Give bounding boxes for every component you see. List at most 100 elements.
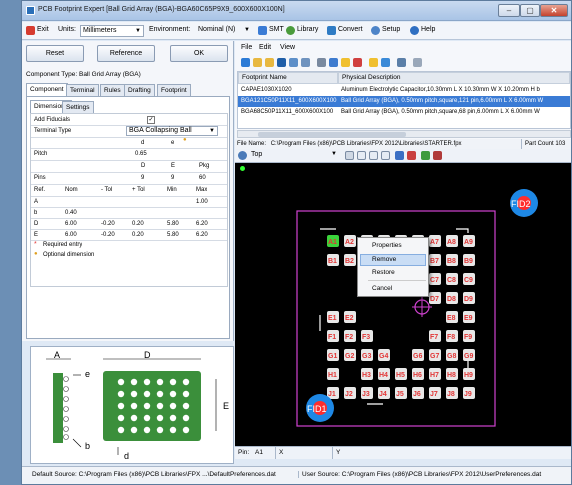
paste-icon[interactable] <box>301 58 310 67</box>
select-icon[interactable] <box>345 151 354 160</box>
dim-cell[interactable]: 5.80 <box>167 230 179 240</box>
scrollbar-thumb[interactable] <box>258 132 406 137</box>
pins-E-value[interactable]: 9 <box>171 173 174 183</box>
table-row[interactable]: BGA68C50P11X11_600X600X100 Ball Grid Arra… <box>238 107 570 118</box>
col-physical-description[interactable]: Physical Description <box>338 72 570 84</box>
table-row[interactable]: CAPAE1030X1020 Aluminum Electrolytic Capa… <box>238 85 570 96</box>
dim-cell[interactable]: 6.00 <box>65 219 77 229</box>
dim-cell[interactable]: -0.20 <box>101 230 115 240</box>
close-view-icon[interactable] <box>433 151 442 160</box>
delete-icon[interactable] <box>353 58 362 67</box>
context-properties[interactable]: Properties <box>372 242 402 249</box>
setup-menu[interactable]: Setup <box>382 26 400 33</box>
dim-cell[interactable]: 6.20 <box>196 219 208 229</box>
dim-cell[interactable]: 0.20 <box>132 230 144 240</box>
copy-icon[interactable] <box>289 58 298 67</box>
environment-value: Nominal (N) <box>198 26 236 33</box>
tab-footprint[interactable]: Footprint <box>157 84 191 96</box>
horizontal-scrollbar[interactable] <box>237 130 571 138</box>
edit-menu[interactable]: Edit <box>259 44 271 51</box>
chevron-down-icon: ▼ <box>135 28 141 34</box>
tab-rules[interactable]: Rules <box>100 84 125 96</box>
terminal-type-select[interactable]: BGA Collapsing Ball ▼ <box>126 126 218 136</box>
ball-marker <box>182 426 190 434</box>
units-select[interactable]: Millimeters ▼ <box>80 25 144 37</box>
dim-cell[interactable]: 0.20 <box>132 219 144 229</box>
dim-cell[interactable]: 5.80 <box>167 219 179 229</box>
header-ref: Ref. <box>34 187 46 193</box>
tab-drafting[interactable]: Drafting <box>124 84 155 96</box>
app-window: PCB Footprint Expert [Ball Grid Array (B… <box>21 0 572 485</box>
environment-label: Environment: <box>149 26 191 33</box>
folder-icon[interactable] <box>265 58 274 67</box>
pad-label: J7 <box>430 391 438 398</box>
footprint-editor[interactable]: Top▼ A1A2A3A4A5A6A7A8A9B1B2B6B7B8B9C6C7C… <box>235 149 571 459</box>
context-cancel[interactable]: Cancel <box>372 285 392 292</box>
pad-label: B2 <box>345 258 354 265</box>
delete-icon[interactable] <box>407 151 416 160</box>
add-fiducials-checkbox[interactable]: ✓ <box>147 116 155 124</box>
convert-menu[interactable]: Convert <box>338 26 363 33</box>
ok-button[interactable]: OK <box>170 45 228 62</box>
pad-label: G1 <box>328 353 337 360</box>
layer-select[interactable]: Top ▼ <box>249 150 339 161</box>
zoom-icon[interactable] <box>357 151 366 160</box>
pad-label: H1 <box>328 372 337 379</box>
redo-icon[interactable] <box>413 58 422 67</box>
exit-menu[interactable]: Exit <box>37 26 49 33</box>
open-folder-icon[interactable] <box>253 58 262 67</box>
sort-icon[interactable] <box>329 58 338 67</box>
dimension-E-label: E <box>223 401 230 411</box>
user-source: User Source: C:\Program Files (x86)\PCB … <box>298 471 541 478</box>
pad-label: H4 <box>379 372 388 379</box>
maximize-button[interactable]: ▢ <box>520 4 540 17</box>
dim-cell[interactable]: -0.20 <box>101 219 115 229</box>
dimensions-grid: Add Fiducials ✓ Terminal Type BGA Collap… <box>30 113 228 287</box>
minimize-button[interactable]: – <box>498 4 520 17</box>
grid-icon[interactable] <box>317 58 326 67</box>
col-pkg-header: Pkg <box>199 163 210 169</box>
pad-label: G9 <box>464 353 473 360</box>
context-restore[interactable]: Restore <box>372 269 395 276</box>
smt-menu[interactable]: SMT <box>269 26 284 33</box>
environment-select[interactable]: Nominal (N) ▼ <box>196 25 252 37</box>
library-panel: File Edit View Footprint Name Physical D… <box>235 41 571 153</box>
ball-marker <box>169 402 177 410</box>
col-footprint-name[interactable]: Footprint Name <box>238 72 338 84</box>
tab-component[interactable]: Component <box>26 83 68 96</box>
ball-marker <box>169 426 177 434</box>
tab-settings[interactable]: Settings <box>62 101 94 113</box>
dim-cell[interactable]: 6.20 <box>196 230 208 240</box>
fid2-label: FID2 <box>511 199 531 209</box>
refresh-icon[interactable] <box>381 58 390 67</box>
pins-D-value[interactable]: 9 <box>141 173 144 183</box>
pitch-value[interactable]: 0.65 <box>135 149 147 159</box>
dim-cell[interactable]: 0.40 <box>65 208 77 218</box>
new-icon[interactable] <box>241 58 250 67</box>
undo-icon[interactable] <box>397 58 406 67</box>
help-menu[interactable]: Help <box>421 26 435 33</box>
pad-label: F3 <box>362 334 370 341</box>
view-menu[interactable]: View <box>280 44 295 51</box>
reference-button[interactable]: Reference <box>97 45 155 62</box>
file-menu[interactable]: File <box>241 44 252 51</box>
pad-label: H7 <box>430 372 439 379</box>
library-menu[interactable]: Library <box>297 26 318 33</box>
file-name-value: C:\Program Files (x86)\PCB Libraries\FPX… <box>270 141 462 147</box>
context-remove[interactable]: Remove <box>372 256 396 263</box>
layers-icon[interactable] <box>421 151 430 160</box>
table-row[interactable]: BGA121C50P11X11_600X600X100 Ball Grid Arr… <box>238 96 570 107</box>
fit-icon[interactable] <box>369 151 378 160</box>
pad-label: H8 <box>447 372 456 379</box>
move-icon[interactable] <box>381 151 390 160</box>
close-button[interactable]: ✕ <box>540 4 568 17</box>
dim-cell[interactable]: 1.00 <box>196 197 208 207</box>
tab-terminal[interactable]: Terminal <box>66 84 99 96</box>
dim-cell[interactable]: 6.00 <box>65 230 77 240</box>
measure-icon[interactable] <box>395 151 404 160</box>
highlight-icon[interactable] <box>369 58 378 67</box>
ball-marker <box>130 414 138 422</box>
star-icon[interactable] <box>341 58 350 67</box>
reset-button[interactable]: Reset <box>26 45 84 62</box>
save-icon[interactable] <box>277 58 286 67</box>
